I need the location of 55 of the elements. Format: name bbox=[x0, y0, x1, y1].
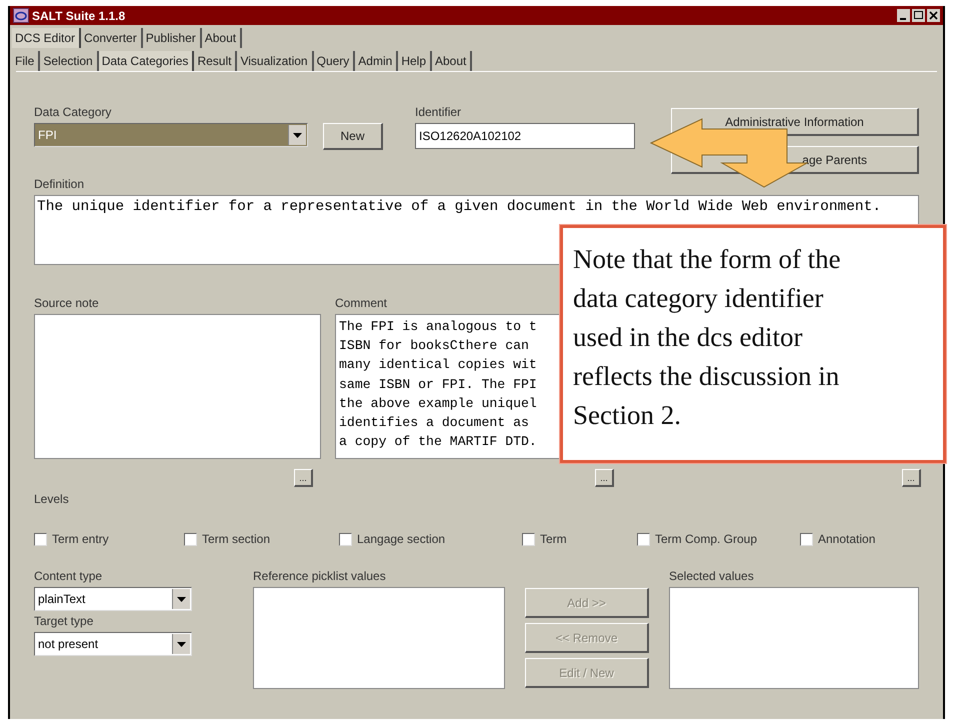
dropdown[interactable]: FPI bbox=[34, 123, 308, 147]
dropdown[interactable]: not present bbox=[34, 632, 192, 656]
field-label: Data Category bbox=[34, 104, 112, 121]
picklist-box[interactable] bbox=[253, 587, 505, 689]
tab[interactable]: About bbox=[202, 28, 242, 48]
caret-icon bbox=[177, 596, 186, 602]
tab[interactable]: Publisher bbox=[142, 28, 202, 48]
comment-line: ISBN for booksCthere can bbox=[339, 337, 529, 356]
comment-line: The FPI is analogous to t bbox=[339, 318, 537, 336]
selected-values-box[interactable] bbox=[669, 587, 919, 689]
tab[interactable]: Converter bbox=[81, 28, 143, 48]
app-icon bbox=[13, 8, 29, 23]
field-label: Reference picklist values bbox=[253, 568, 386, 585]
field-label: Selected values bbox=[669, 568, 754, 585]
identifier-field[interactable]: ISO12620A102102 bbox=[415, 123, 635, 149]
tab[interactable]: About bbox=[432, 51, 472, 71]
comment-line: a copy of the MARTIF DTD. bbox=[339, 433, 537, 452]
tab[interactable]: DCS Editor bbox=[12, 28, 82, 48]
window-title: SALT Suite 1.1.8 bbox=[32, 8, 126, 22]
field-label: Content type bbox=[34, 568, 102, 585]
checkbox[interactable]: Term section bbox=[184, 528, 339, 550]
maximize-icon[interactable] bbox=[912, 9, 925, 22]
checkbox[interactable]: Term entry bbox=[34, 528, 184, 550]
checkbox[interactable]: Term bbox=[522, 528, 637, 550]
tab[interactable]: Help bbox=[398, 51, 432, 71]
more-button[interactable]: ... bbox=[294, 469, 313, 487]
tab[interactable]: File bbox=[12, 51, 40, 71]
field-label: Levels bbox=[34, 491, 70, 508]
more-button[interactable]: ... bbox=[902, 469, 921, 487]
note-tooltip: Note that the form of the data category identifier used in the dcs editor reflects the discussion in Section 2. bbox=[560, 225, 946, 463]
comment-line: many identical copies wit bbox=[339, 356, 537, 374]
checkbox[interactable]: Annotation bbox=[800, 528, 876, 550]
checkbox[interactable]: Langage section bbox=[339, 528, 522, 550]
field-label: Source note bbox=[34, 295, 99, 312]
caret-icon bbox=[177, 642, 186, 646]
tab[interactable]: Data Categories bbox=[98, 51, 194, 71]
close-icon[interactable] bbox=[927, 9, 940, 22]
field-label: Comment bbox=[335, 295, 388, 312]
more-button[interactable]: ... bbox=[595, 469, 614, 487]
field-label: Target type bbox=[34, 613, 94, 630]
dropdown[interactable]: plainText bbox=[34, 587, 192, 611]
source-note-field[interactable] bbox=[34, 314, 321, 459]
new-button[interactable]: New bbox=[323, 123, 383, 150]
tab[interactable]: Admin bbox=[355, 51, 398, 71]
checkbox[interactable]: Term Comp. Group bbox=[637, 528, 800, 550]
field-label: Identifier bbox=[415, 104, 462, 121]
tab[interactable]: Visualization bbox=[237, 51, 314, 71]
minimize-icon[interactable] bbox=[897, 9, 910, 22]
comment-line: the above example uniquel bbox=[339, 394, 537, 413]
tab[interactable]: Query bbox=[314, 51, 356, 71]
comment-line: identifies a document as bbox=[339, 414, 529, 432]
caret-icon bbox=[293, 132, 302, 138]
comment-line: same ISBN or FPI. The FPI bbox=[339, 376, 537, 394]
tab[interactable]: Result bbox=[194, 51, 238, 71]
field-label: Definition bbox=[34, 176, 86, 193]
